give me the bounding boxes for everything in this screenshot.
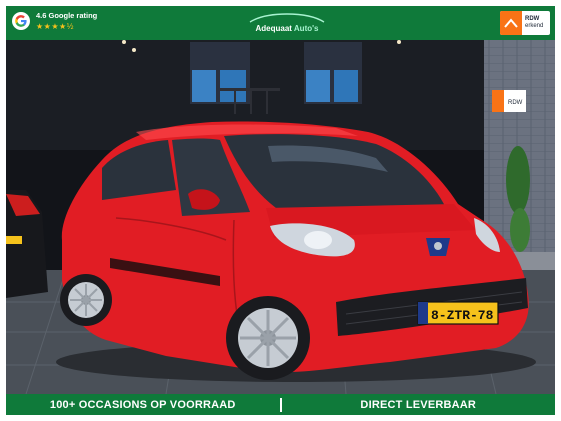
car-silhouette-icon xyxy=(249,13,325,23)
brand-name-part1: Adequaat xyxy=(255,24,292,33)
rdw-logo-icon xyxy=(500,11,522,35)
listing-image-frame: 4.6 Google rating ★★★★½ Adequaat Auto's … xyxy=(6,6,555,415)
sign-rdw-text: RDW xyxy=(508,100,523,106)
rdw-text-main: RDW xyxy=(525,16,540,23)
occasions-tagline: 100+ OCCASIONS OP VOORRAAD xyxy=(49,398,236,411)
delivery-tagline: DIRECT LEVERBAAR xyxy=(360,398,477,411)
footer-banner: 100+ OCCASIONS OP VOORRAAD DIRECT LEVERB… xyxy=(6,394,555,415)
google-rating-label: 4.6 Google rating xyxy=(36,11,98,20)
brand-logo[interactable]: Adequaat Auto's xyxy=(242,10,332,36)
car-photo: RDW 8-ZTR-78 xyxy=(6,40,555,394)
license-plate-text: 8-ZTR-78 xyxy=(431,308,494,323)
brand-name-part2: Auto's xyxy=(293,24,319,33)
rdw-text-sub: erkend xyxy=(525,23,544,29)
google-rating-badge[interactable]: 4.6 Google rating ★★★★½ xyxy=(12,12,97,31)
google-g-icon xyxy=(12,12,30,31)
rating-stars: ★★★★½ xyxy=(36,21,74,31)
header-banner: 4.6 Google rating ★★★★½ Adequaat Auto's … xyxy=(6,6,555,40)
rdw-badge[interactable]: RDW erkend xyxy=(500,11,550,35)
